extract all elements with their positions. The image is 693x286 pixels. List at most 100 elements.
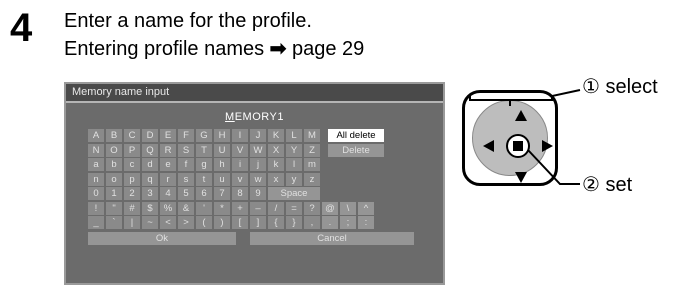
key-3-12[interactable]: z: [304, 172, 320, 186]
key-1-1[interactable]: O: [106, 143, 122, 157]
key-6-13[interactable]: .: [322, 216, 338, 229]
key-1-10[interactable]: X: [268, 143, 284, 157]
key-4-9[interactable]: 9: [250, 187, 266, 200]
key-2-6[interactable]: g: [196, 158, 212, 171]
key-1-11[interactable]: Y: [286, 143, 302, 157]
key-3-1[interactable]: o: [106, 172, 122, 186]
key-2-12[interactable]: m: [304, 158, 320, 171]
key-2-2[interactable]: c: [124, 158, 140, 171]
down-arrow-icon[interactable]: [515, 172, 527, 183]
key-1-0[interactable]: N: [88, 143, 104, 157]
key-5-13[interactable]: @: [322, 201, 338, 215]
key-4-7[interactable]: 7: [214, 187, 230, 200]
key-4-5[interactable]: 5: [178, 187, 194, 200]
key-2-1[interactable]: b: [106, 158, 122, 171]
key-5-8[interactable]: +: [232, 201, 248, 215]
key-5-2[interactable]: #: [124, 201, 140, 215]
key-1-5[interactable]: S: [178, 143, 194, 157]
key-2-8[interactable]: i: [232, 158, 248, 171]
up-arrow-icon[interactable]: [515, 110, 527, 121]
key-2-5[interactable]: f: [178, 158, 194, 171]
key-5-9[interactable]: –: [250, 201, 266, 215]
key-4-4[interactable]: 4: [160, 187, 176, 200]
key-5-15[interactable]: ^: [358, 201, 374, 215]
delete-button[interactable]: Delete: [328, 143, 384, 157]
set-button[interactable]: [506, 134, 530, 158]
key-4-1[interactable]: 1: [106, 187, 122, 200]
key-4-3[interactable]: 3: [142, 187, 158, 200]
key-0-7[interactable]: H: [214, 129, 230, 142]
key-1-6[interactable]: T: [196, 143, 212, 157]
key-3-6[interactable]: t: [196, 172, 212, 186]
key-3-7[interactable]: u: [214, 172, 230, 186]
key-2-11[interactable]: l: [286, 158, 302, 171]
key-3-9[interactable]: w: [250, 172, 266, 186]
key-2-0[interactable]: a: [88, 158, 104, 171]
key-5-12[interactable]: ?: [304, 201, 320, 215]
ok-button[interactable]: Ok: [88, 231, 236, 245]
key-5-0[interactable]: !: [88, 201, 104, 215]
key-1-4[interactable]: R: [160, 143, 176, 157]
key-1-8[interactable]: V: [232, 143, 248, 157]
all-delete-button[interactable]: All delete: [328, 129, 384, 142]
key-5-14[interactable]: \: [340, 201, 356, 215]
left-arrow-icon[interactable]: [483, 140, 494, 152]
key-6-8[interactable]: [: [232, 216, 248, 229]
key-5-10[interactable]: /: [268, 201, 284, 215]
key-6-11[interactable]: }: [286, 216, 302, 229]
key-6-4[interactable]: <: [160, 216, 176, 229]
key-1-9[interactable]: W: [250, 143, 266, 157]
key-5-4[interactable]: %: [160, 201, 176, 215]
key-1-2[interactable]: P: [124, 143, 140, 157]
key-4-0[interactable]: 0: [88, 187, 104, 200]
key-1-3[interactable]: Q: [142, 143, 158, 157]
key-6-7[interactable]: ): [214, 216, 230, 229]
key-6-9[interactable]: ]: [250, 216, 266, 229]
key-0-10[interactable]: K: [268, 129, 284, 142]
key-3-2[interactable]: p: [124, 172, 140, 186]
key-0-0[interactable]: A: [88, 129, 104, 142]
key-0-2[interactable]: C: [124, 129, 140, 142]
key-0-11[interactable]: L: [286, 129, 302, 142]
key-0-5[interactable]: F: [178, 129, 194, 142]
key-6-15[interactable]: :: [358, 216, 374, 229]
key-1-7[interactable]: U: [214, 143, 230, 157]
key-0-1[interactable]: B: [106, 129, 122, 142]
space-key[interactable]: Space: [268, 187, 320, 200]
key-6-6[interactable]: (: [196, 216, 212, 229]
right-arrow-icon[interactable]: [542, 140, 553, 152]
key-4-8[interactable]: 8: [232, 187, 248, 200]
key-6-1[interactable]: `: [106, 216, 122, 229]
key-1-12[interactable]: Z: [304, 143, 320, 157]
key-3-3[interactable]: q: [142, 172, 158, 186]
key-0-8[interactable]: I: [232, 129, 248, 142]
key-3-4[interactable]: r: [160, 172, 176, 186]
key-5-7[interactable]: *: [214, 201, 230, 215]
key-6-5[interactable]: >: [178, 216, 194, 229]
key-6-12[interactable]: ,: [304, 216, 320, 229]
key-3-5[interactable]: s: [178, 172, 194, 186]
key-5-3[interactable]: $: [142, 201, 158, 215]
key-3-11[interactable]: y: [286, 172, 302, 186]
key-0-4[interactable]: E: [160, 129, 176, 142]
cancel-button[interactable]: Cancel: [250, 231, 414, 245]
key-5-1[interactable]: ": [106, 201, 122, 215]
key-4-2[interactable]: 2: [124, 187, 140, 200]
key-5-6[interactable]: ': [196, 201, 212, 215]
key-3-8[interactable]: v: [232, 172, 248, 186]
key-0-6[interactable]: G: [196, 129, 212, 142]
key-6-0[interactable]: _: [88, 216, 104, 229]
key-6-2[interactable]: |: [124, 216, 140, 229]
key-2-9[interactable]: j: [250, 158, 266, 171]
key-3-10[interactable]: x: [268, 172, 284, 186]
key-2-3[interactable]: d: [142, 158, 158, 171]
key-0-9[interactable]: J: [250, 129, 266, 142]
key-3-0[interactable]: n: [88, 172, 104, 186]
key-4-6[interactable]: 6: [196, 187, 212, 200]
key-6-3[interactable]: ~: [142, 216, 158, 229]
key-2-10[interactable]: k: [268, 158, 284, 171]
key-0-12[interactable]: M: [304, 129, 320, 142]
key-0-3[interactable]: D: [142, 129, 158, 142]
key-5-5[interactable]: &: [178, 201, 194, 215]
key-2-7[interactable]: h: [214, 158, 230, 171]
